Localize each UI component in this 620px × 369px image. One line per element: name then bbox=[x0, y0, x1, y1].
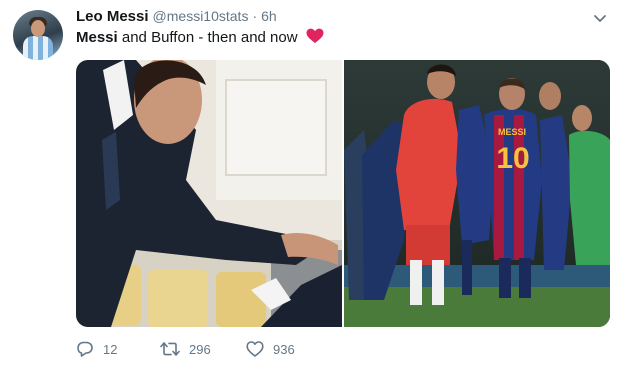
chevron-down-icon[interactable] bbox=[591, 11, 609, 27]
like-count: 936 bbox=[273, 341, 295, 357]
avatar[interactable] bbox=[13, 10, 63, 60]
tweet-actions: 12 296 936 bbox=[76, 338, 326, 360]
reply-icon bbox=[77, 341, 93, 357]
tweet-text: Messi and Buffon - then and now bbox=[76, 28, 324, 47]
author-handle[interactable]: @messi10stats bbox=[153, 8, 249, 24]
jersey-name: MESSI bbox=[498, 127, 526, 137]
match-embrace-photo[interactable]: MESSI 10 bbox=[344, 60, 610, 327]
jersey-number: 10 bbox=[496, 142, 529, 175]
handshake-photo[interactable] bbox=[76, 60, 342, 327]
retweet-count: 296 bbox=[189, 341, 211, 357]
heart-icon bbox=[246, 341, 264, 357]
retweet-icon bbox=[160, 342, 180, 356]
tweet-text-bold: Messi bbox=[76, 29, 118, 46]
separator-dot: · bbox=[252, 8, 258, 24]
tweet-media[interactable]: MESSI 10 bbox=[76, 60, 610, 327]
reply-button[interactable]: 12 bbox=[76, 340, 160, 358]
tweet-header: Leo Messi @messi10stats · 6h bbox=[76, 8, 277, 28]
tweet-text-body: and Buffon - then and now bbox=[117, 29, 298, 46]
red-heart-icon bbox=[306, 28, 324, 44]
timestamp[interactable]: 6h bbox=[261, 8, 277, 24]
author-name[interactable]: Leo Messi bbox=[76, 8, 149, 25]
reply-count: 12 bbox=[103, 341, 118, 357]
like-button[interactable]: 936 bbox=[246, 340, 326, 358]
retweet-button[interactable]: 296 bbox=[160, 340, 246, 358]
tweet-card[interactable]: Leo Messi @messi10stats · 6h Messi and B… bbox=[0, 0, 620, 369]
